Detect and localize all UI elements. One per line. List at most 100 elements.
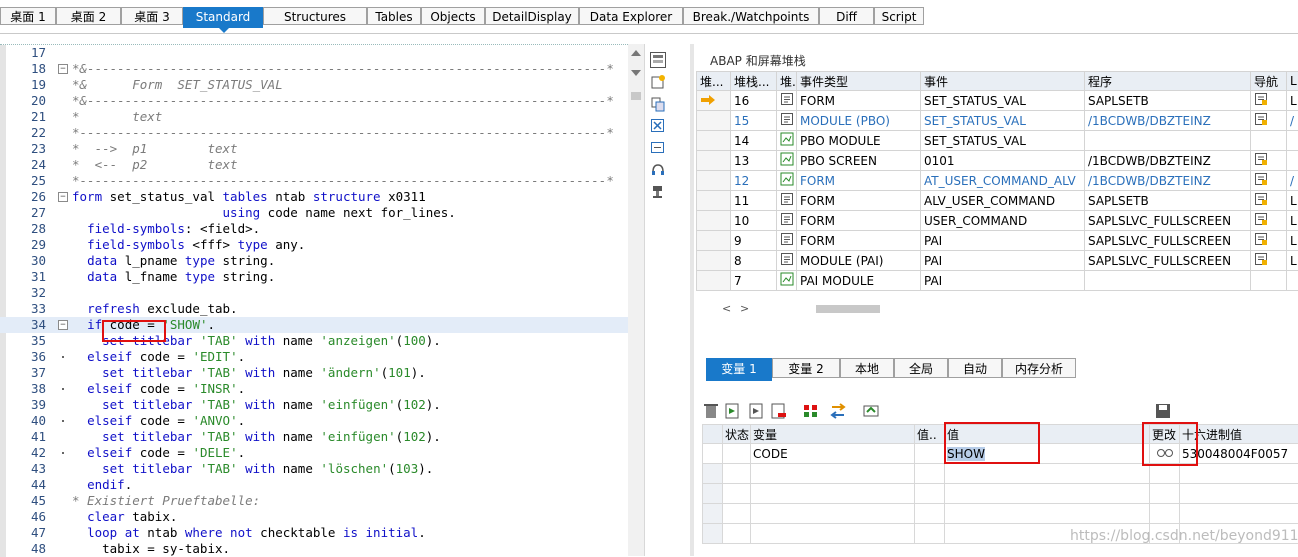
code-line[interactable]: 41 set titlebar 'TAB' with name 'einfüge… [0,429,628,445]
line-number[interactable]: 37 [0,365,46,381]
line-number[interactable]: 28 [0,221,46,237]
debug-tool-icon[interactable] [650,184,666,200]
line-number[interactable]: 42 [0,445,46,461]
stack-nav-cell[interactable] [1251,131,1287,151]
save-icon[interactable] [1156,404,1170,418]
stack-header-col[interactable]: 堆栈... [731,72,777,91]
stack-header-col[interactable]: L [1287,72,1298,91]
stack-row[interactable]: 11FORMALV_USER_COMMANDSAPLSETBL [697,191,1298,211]
empty-row[interactable] [703,504,1298,524]
var-header-value-type[interactable]: 值.. [915,425,945,444]
stack-row[interactable]: 10FORMUSER_COMMANDSAPLSLVC_FULLSCREENL [697,211,1298,231]
line-number[interactable]: 47 [0,525,46,541]
stack-row[interactable]: 9FORMPAISAPLSLVC_FULLSCREENL [697,231,1298,251]
code-line[interactable]: 28 field-symbols: <field>. [0,221,628,237]
stack-header-col[interactable]: 堆. [777,72,797,91]
stack-nav-cell[interactable] [1251,91,1287,111]
code-editor[interactable]: 1718−*&---------------------------------… [0,44,628,557]
var-header-variable[interactable]: 变量 [751,425,915,444]
stack-row[interactable]: 15MODULE (PBO)SET_STATUS_VAL/1BCDWB/DBZT… [697,111,1298,131]
scroll-right-arrow-icon[interactable]: > [740,302,749,315]
variable-change-cell[interactable] [1150,444,1180,464]
fold-toggle-icon[interactable]: − [58,64,68,74]
top-tab-data-explorer[interactable]: Data Explorer [579,7,683,25]
line-number[interactable]: 38 [0,381,46,397]
code-line[interactable]: 24* <-- p2 text [0,157,628,173]
code-line[interactable]: 21* text [0,109,628,125]
remove-row-icon[interactable] [772,404,786,418]
variable-tab-2[interactable]: 本地 [840,358,894,378]
stack-nav-cell[interactable] [1251,151,1287,171]
code-line[interactable]: 34− if code = 'SHOW'. [0,317,628,333]
navigate-icon[interactable] [1254,172,1268,186]
glasses-icon[interactable] [1156,446,1174,458]
top-tab-桌面-1[interactable]: 桌面 1 [0,7,56,25]
variable-name[interactable]: CODE [751,444,915,464]
stack-nav-cell[interactable] [1251,171,1287,191]
stack-current-marker[interactable] [697,251,731,271]
fold-toggle-icon[interactable]: − [58,192,68,202]
code-line[interactable]: 23* --> p1 text [0,141,628,157]
variable-tab-5[interactable]: 内存分析 [1002,358,1076,378]
navigate-icon[interactable] [1254,232,1268,246]
stack-current-marker[interactable] [697,191,731,211]
stack-current-marker[interactable] [697,171,731,191]
row-selector[interactable] [703,444,723,464]
code-line[interactable]: 25*-------------------------------------… [0,173,628,189]
top-tab-tables[interactable]: Tables [367,7,421,25]
top-tab-structures[interactable]: Structures [263,7,367,25]
line-number[interactable]: 30 [0,253,46,269]
code-line[interactable]: 38 elseif code = 'INSR'. [0,381,628,397]
var-header-status[interactable]: 状态 [723,425,751,444]
stack-scroll-thumb[interactable] [816,305,880,313]
var-header-value[interactable]: 值 [945,425,1150,444]
scroll-down-arrow-icon[interactable] [631,70,641,76]
stack-current-marker[interactable] [697,271,731,291]
new-window-icon[interactable] [650,74,666,90]
line-number[interactable]: 29 [0,237,46,253]
code-line[interactable]: 20*&------------------------------------… [0,93,628,109]
line-number[interactable]: 33 [0,301,46,317]
variable-row[interactable]: CODE SHOW 530048004F0057 [703,444,1298,464]
line-number[interactable]: 41 [0,429,46,445]
code-line[interactable]: 19*& Form SET_STATUS_VAL [0,77,628,93]
variable-tab-4[interactable]: 自动 [948,358,1002,378]
top-tab-diff[interactable]: Diff [819,7,874,25]
var-header-hex[interactable]: 十六进制值 [1180,425,1298,444]
line-number[interactable]: 25 [0,173,46,189]
headset-icon[interactable] [650,162,666,178]
stack-nav-cell[interactable] [1251,191,1287,211]
insert-row-icon[interactable] [726,404,738,418]
line-number[interactable]: 26 [0,189,46,205]
stack-nav-cell[interactable] [1251,251,1287,271]
line-number[interactable]: 46 [0,509,46,525]
code-line[interactable]: 33 refresh exclude_tab. [0,301,628,317]
line-number[interactable]: 21 [0,109,46,125]
delete-icon[interactable] [704,404,718,418]
stack-current-marker[interactable] [697,111,731,131]
stack-current-marker[interactable] [697,131,731,151]
empty-row[interactable] [703,464,1298,484]
top-tab-桌面-2[interactable]: 桌面 2 [56,7,121,25]
scroll-up-arrow-icon[interactable] [631,50,641,56]
code-line[interactable]: 18−*&-----------------------------------… [0,61,628,77]
stack-header-col[interactable]: 程序 [1085,72,1251,91]
stack-horizontal-scrollbar[interactable]: < > [722,302,902,316]
line-number[interactable]: 31 [0,269,46,285]
line-number[interactable]: 23 [0,141,46,157]
line-number[interactable]: 48 [0,541,46,557]
stack-header-col[interactable]: 堆... [697,72,731,91]
copy-icon[interactable] [650,96,666,112]
line-number[interactable]: 35 [0,333,46,349]
stack-row[interactable]: 16FORMSET_STATUS_VALSAPLSETBL [697,91,1298,111]
code-line[interactable]: 42 elseif code = 'DELE'. [0,445,628,461]
code-line[interactable]: 22*-------------------------------------… [0,125,628,141]
sort-icon[interactable] [804,405,817,417]
expand-icon[interactable] [650,140,666,156]
navigate-icon[interactable] [1254,212,1268,226]
line-number[interactable]: 22 [0,125,46,141]
line-number[interactable]: 39 [0,397,46,413]
stack-header-col[interactable]: 导航 [1251,72,1287,91]
code-line[interactable]: 17 [0,45,628,61]
code-line[interactable]: 46 clear tabix. [0,509,628,525]
